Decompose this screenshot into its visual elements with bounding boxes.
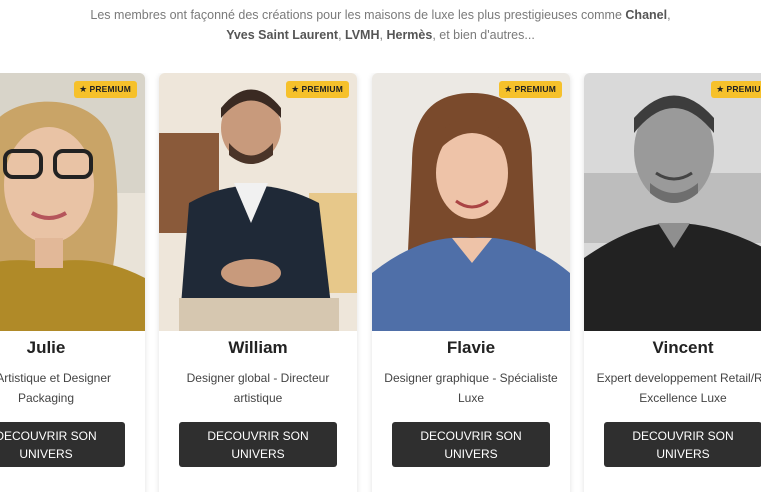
intro-line-1: Les membres ont façonné des créations po… xyxy=(0,5,761,25)
member-role: ce Artistique et Designer Packaging xyxy=(0,368,145,408)
button-label-line: DECOUVRIR SON xyxy=(420,428,522,443)
member-photo xyxy=(159,73,357,331)
premium-label: PREMIUM xyxy=(514,84,556,94)
member-role-line: Designer global - Directeur xyxy=(186,371,330,385)
intro-text-part: Les membres ont façonné des créations po… xyxy=(90,8,626,22)
member-cards: ★PREMIUM Julie ce Artistique et Designer… xyxy=(0,73,761,492)
member-role-line: Luxe xyxy=(457,391,485,405)
member-role-line: artistique xyxy=(233,391,283,405)
star-icon: ★ xyxy=(291,84,300,94)
member-card-william[interactable]: ★ PREMIUM William Designer global - Direc… xyxy=(159,73,357,492)
member-photo xyxy=(584,73,761,331)
member-name: William xyxy=(228,338,288,357)
premium-label: PREMIUM xyxy=(89,84,131,94)
star-icon: ★ xyxy=(79,84,88,94)
button-label-line: DECOUVRIR SON xyxy=(207,428,309,443)
member-role-line: Designer graphique - Spécialiste xyxy=(384,371,558,385)
member-card-vincent[interactable]: ★PREMIUM Vincent Expert developpement Re… xyxy=(584,73,761,492)
member-photo xyxy=(372,73,570,331)
premium-badge: ★PREMIUM xyxy=(286,81,349,98)
discover-universe-button[interactable]: DECOUVRIR SON UNIVERS xyxy=(0,422,125,467)
button-label-line: UNIVERS xyxy=(231,446,285,461)
member-card-julie[interactable]: ★PREMIUM Julie ce Artistique et Designer… xyxy=(0,73,145,492)
member-role: Designer graphique - Spécialiste Luxe xyxy=(372,368,570,408)
member-role: Designer global - Directeur artistique xyxy=(159,368,357,408)
member-name: Vincent xyxy=(652,338,714,357)
button-label-line: UNIVERS xyxy=(444,446,498,461)
member-role: Expert developpement Retail/Re Excellenc… xyxy=(584,368,761,408)
member-role-line: ce Artistique et Designer xyxy=(0,371,112,385)
member-role-line: Packaging xyxy=(17,391,75,405)
premium-badge: ★PREMIUM xyxy=(499,81,562,98)
member-photo xyxy=(0,73,145,331)
premium-label: PREMIUM xyxy=(301,84,343,94)
member-card-flavie[interactable]: ★ PREMIUM Flavie Designer graphique - Spé… xyxy=(372,73,570,492)
intro-line-2: Yves Saint Laurent, LVMH, Hermès, et bie… xyxy=(0,25,761,45)
premium-badge: ★PREMIUM xyxy=(74,81,137,98)
intro-text-part: , xyxy=(667,8,671,22)
discover-universe-button[interactable]: DECOUVRIR SON UNIVERS xyxy=(604,422,761,467)
button-label-line: UNIVERS xyxy=(19,446,73,461)
brand-lvmh: LVMH xyxy=(345,28,380,42)
intro-text-part: , et bien d'autres... xyxy=(432,28,535,42)
member-name: Flavie xyxy=(446,338,496,357)
button-label-line: UNIVERS xyxy=(656,446,710,461)
member-name: Julie xyxy=(26,338,66,357)
brand-ysl: Yves Saint Laurent xyxy=(226,28,339,42)
star-icon: ★ xyxy=(504,84,513,94)
button-label-line: DECOUVRIR SON xyxy=(632,428,734,443)
premium-label: PREMIUM xyxy=(726,84,761,94)
intro-text-part: , xyxy=(338,28,346,42)
intro-text: Les membres ont façonné des créations po… xyxy=(0,5,761,45)
premium-badge: ★PREMIUM xyxy=(711,81,761,98)
button-label-line: DECOUVRIR SON xyxy=(0,428,97,443)
member-role-line: Expert developpement Retail/Re xyxy=(596,371,761,385)
brand-chanel: Chanel xyxy=(625,8,668,22)
brand-hermes: Hermès xyxy=(386,28,433,42)
discover-universe-button[interactable]: DECOUVRIR SON UNIVERS xyxy=(179,422,337,467)
discover-universe-button[interactable]: DECOUVRIR SON UNIVERS xyxy=(392,422,550,467)
star-icon: ★ xyxy=(716,84,725,94)
member-role-line: Excellence Luxe xyxy=(639,391,727,405)
